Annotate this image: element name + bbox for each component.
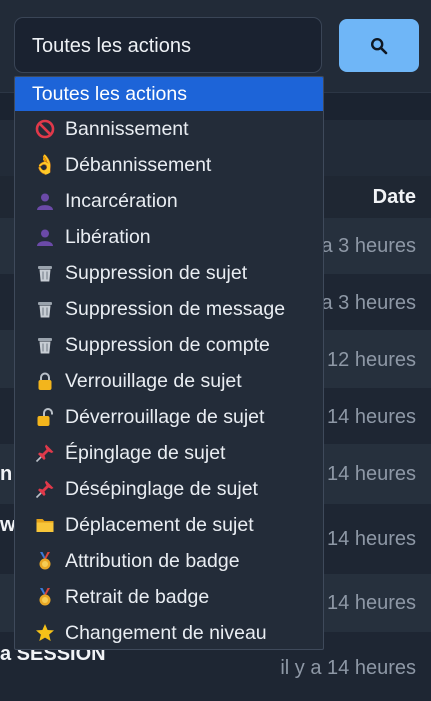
folder-icon (33, 513, 57, 537)
row-label: n (0, 463, 13, 485)
option-label: Déplacement de sujet (65, 513, 254, 536)
option-label: Suppression de compte (65, 333, 270, 356)
action-filter-select[interactable]: Toutes les actions (14, 17, 322, 73)
option-label: Désépinglage de sujet (65, 477, 258, 500)
option-label: Verrouillage de sujet (65, 369, 242, 392)
pin-icon (33, 477, 57, 501)
row-time: a 3 heures (321, 235, 416, 257)
silhouette-icon (33, 189, 57, 213)
row-time: 14 heures (327, 592, 416, 614)
silhouette-icon (33, 225, 57, 249)
action-filter-dropdown: Toutes les actions Bannissement 👌 Débann… (14, 76, 324, 650)
option-level-change[interactable]: Changement de niveau (15, 615, 323, 649)
option-unban[interactable]: 👌 Débannissement (15, 147, 323, 183)
star-icon (33, 621, 57, 645)
row-time: 14 heures (327, 528, 416, 550)
option-label: Retrait de badge (65, 585, 210, 608)
option-all-actions[interactable]: Toutes les actions (15, 77, 323, 111)
option-lock-topic[interactable]: Verrouillage de sujet (15, 363, 323, 399)
lock-icon (33, 369, 57, 393)
option-incarceration[interactable]: Incarcération (15, 183, 323, 219)
option-label: Bannissement (65, 117, 189, 140)
search-button[interactable] (339, 19, 419, 72)
medal-icon (33, 585, 57, 609)
trash-icon (33, 297, 57, 321)
option-label: Incarcération (65, 189, 178, 212)
option-label: Déverrouillage de sujet (65, 405, 265, 428)
no-entry-icon (33, 117, 57, 141)
option-label: Suppression de sujet (65, 261, 248, 284)
row-time: 14 heures (327, 406, 416, 428)
pin-icon (33, 441, 57, 465)
option-label: Libération (65, 225, 151, 248)
option-label: Suppression de message (65, 297, 286, 320)
option-move-topic[interactable]: Déplacement de sujet (15, 507, 323, 543)
medal-icon (33, 549, 57, 573)
option-label: Toutes les actions (32, 82, 188, 105)
option-label: Débannissement (65, 153, 212, 176)
option-label: Épinglage de sujet (65, 441, 226, 464)
ok-hand-icon: 👌 (33, 154, 57, 176)
option-unpin-topic[interactable]: Désépinglage de sujet (15, 471, 323, 507)
option-label: Attribution de badge (65, 549, 240, 572)
date-column-header[interactable]: Date (373, 186, 416, 209)
row-time: 12 heures (327, 349, 416, 371)
option-delete-message[interactable]: Suppression de message (15, 291, 323, 327)
option-unlock-topic[interactable]: Déverrouillage de sujet (15, 399, 323, 435)
option-award-badge[interactable]: Attribution de badge (15, 543, 323, 579)
row-time: 14 heures (327, 463, 416, 485)
option-delete-account[interactable]: Suppression de compte (15, 327, 323, 363)
option-pin-topic[interactable]: Épinglage de sujet (15, 435, 323, 471)
option-delete-topic[interactable]: Suppression de sujet (15, 255, 323, 291)
row-time: il y a 14 heures (280, 657, 416, 679)
row-time: a 3 heures (321, 292, 416, 314)
trash-icon (33, 333, 57, 357)
option-label: Changement de niveau (65, 621, 267, 644)
trash-icon (33, 261, 57, 285)
search-icon (370, 37, 388, 54)
option-ban[interactable]: Bannissement (15, 111, 323, 147)
option-release[interactable]: Libération (15, 219, 323, 255)
option-remove-badge[interactable]: Retrait de badge (15, 579, 323, 615)
unlock-icon (33, 405, 57, 429)
